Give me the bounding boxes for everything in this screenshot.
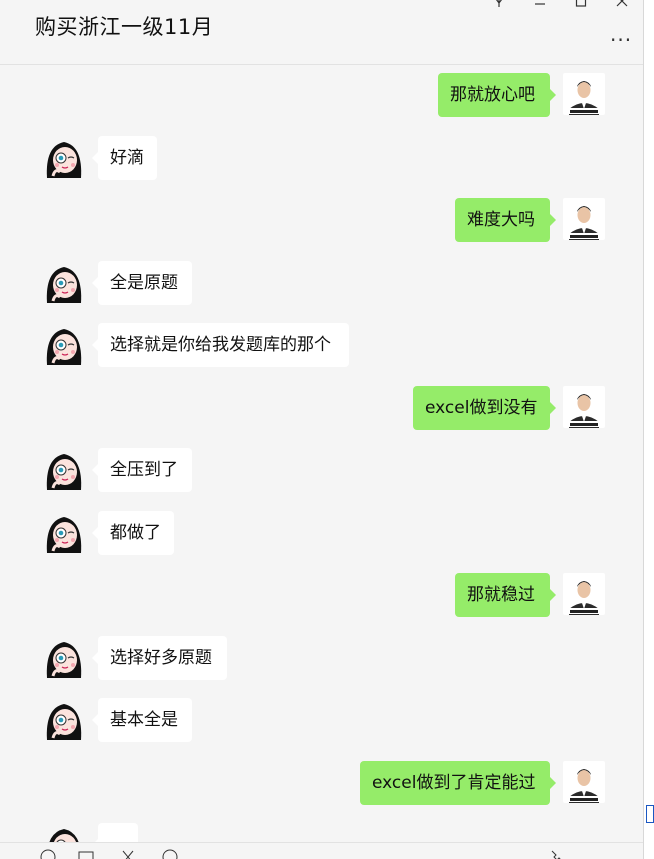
emoji-icon[interactable] xyxy=(40,849,56,859)
message-list[interactable]: 那就放心吧好滴难度大吗全是原题选择就是你给我发题库的那个 excel做到没有全压到… xyxy=(0,0,643,859)
message-bubble[interactable]: excel做到没有 xyxy=(413,386,556,430)
message-bubble[interactable]: 选择好多原题 xyxy=(92,636,227,680)
scissors-icon[interactable] xyxy=(120,849,136,859)
self-avatar[interactable] xyxy=(563,198,605,240)
self-avatar[interactable] xyxy=(563,761,605,803)
self-avatar[interactable] xyxy=(563,573,605,615)
received-message: 选择好多原题 xyxy=(0,636,643,680)
folder-icon[interactable] xyxy=(78,849,94,859)
contact-avatar[interactable] xyxy=(43,448,85,490)
received-message: 全是原题 xyxy=(0,261,643,305)
minimize-icon[interactable] xyxy=(533,0,547,11)
received-message: 选择就是你给我发题库的那个 xyxy=(0,323,643,367)
message-bubble[interactable]: 那就稳过 xyxy=(455,573,556,617)
contact-avatar[interactable] xyxy=(43,636,85,678)
received-message: 都做了 xyxy=(0,511,643,555)
sent-message: 那就放心吧 xyxy=(0,73,643,117)
sent-message: excel做到没有 xyxy=(0,386,643,430)
contact-avatar[interactable] xyxy=(43,698,85,740)
sent-message: 那就稳过 xyxy=(0,573,643,617)
contact-avatar[interactable] xyxy=(43,323,85,365)
contact-avatar[interactable] xyxy=(43,261,85,303)
message-bubble[interactable]: 基本全是 xyxy=(92,698,192,742)
contact-avatar[interactable] xyxy=(43,136,85,178)
contact-avatar[interactable] xyxy=(43,511,85,553)
message-bubble[interactable]: 都做了 xyxy=(92,511,174,555)
received-message: 全压到了 xyxy=(0,448,643,492)
sent-message: 难度大吗 xyxy=(0,198,643,242)
received-message: 基本全是 xyxy=(0,698,643,742)
sent-message: excel做到了肯定能过 xyxy=(0,761,643,805)
desktop-app-icon[interactable] xyxy=(646,805,654,823)
chat-title: 购买浙江一级11月 xyxy=(35,15,214,39)
close-icon[interactable] xyxy=(615,0,629,11)
pin-icon[interactable] xyxy=(492,0,506,11)
message-bubble[interactable]: 选择就是你给我发题库的那个 xyxy=(92,323,349,367)
message-bubble[interactable]: 全是原题 xyxy=(92,261,192,305)
chat-window: 购买浙江一级11月 ... 那就放心吧好滴难度大吗全是原题选择就是你给我发题库的… xyxy=(0,0,644,859)
chat-history-icon[interactable] xyxy=(162,849,178,859)
input-toolbar xyxy=(0,842,643,859)
self-avatar[interactable] xyxy=(563,73,605,115)
more-options-button[interactable]: ... xyxy=(610,22,632,46)
desktop-edge-widget xyxy=(645,805,654,859)
self-avatar[interactable] xyxy=(563,386,605,428)
message-bubble[interactable]: 难度大吗 xyxy=(455,198,556,242)
message-bubble[interactable]: excel做到了肯定能过 xyxy=(360,761,556,805)
phone-icon[interactable] xyxy=(548,849,564,859)
received-message: 好滴 xyxy=(0,136,643,180)
maximize-icon[interactable] xyxy=(574,0,588,11)
message-bubble[interactable]: 全压到了 xyxy=(92,448,192,492)
message-bubble[interactable]: 好滴 xyxy=(92,136,157,180)
chat-header: 购买浙江一级11月 ... xyxy=(0,0,643,65)
message-bubble[interactable]: 那就放心吧 xyxy=(438,73,556,117)
